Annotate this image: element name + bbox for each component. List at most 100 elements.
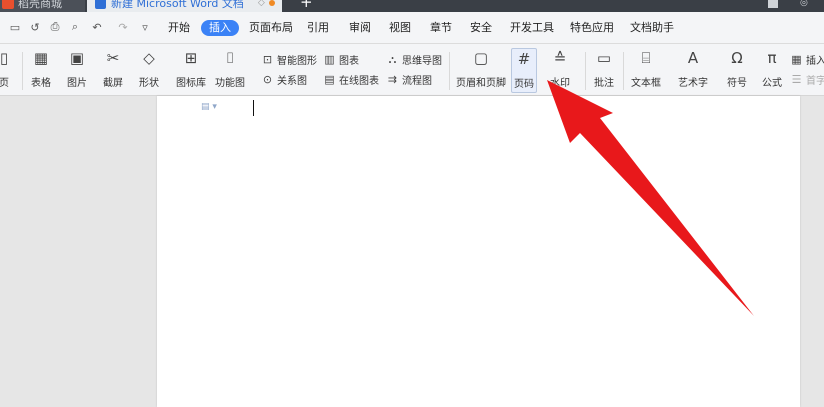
mindmap-button[interactable]: ⛬ 思维导图 [386, 52, 442, 68]
header-footer-icon: ▢ [473, 49, 489, 67]
watermark-icon: ≙ [553, 49, 567, 67]
picture-icon: ▣ [69, 49, 85, 67]
icon-library-label: 图标库 [176, 78, 206, 89]
flowchart-button[interactable]: ⇉ 流程图 [386, 72, 432, 87]
insert-more-icon: ▦ [791, 53, 802, 66]
menu-references[interactable]: 引用 [307, 20, 329, 36]
online-chart-icon: ▤ [324, 73, 335, 86]
dropcap-icon: ☰ [791, 73, 802, 86]
online-chart-button[interactable]: ▤ 在线图表 [323, 72, 379, 87]
mindmap-label: 思维导图 [402, 56, 442, 67]
smart-shape-button[interactable]: ⊡ 智能图形 [261, 52, 317, 67]
menu-review[interactable]: 审阅 [349, 20, 371, 36]
tab-docer-store[interactable]: 稻壳商城 [0, 0, 85, 12]
redo-icon[interactable]: ↷ [116, 20, 130, 34]
pin-icon[interactable]: ◇ [258, 0, 265, 8]
function-chart-label: 功能图 [215, 78, 245, 89]
smart-shape-icon: ⊡ [262, 53, 273, 66]
page-number-label: 页码 [514, 79, 534, 90]
tab-document[interactable]: 新建 Microsoft Word 文档 ◇ [87, 0, 282, 12]
icon-library-button[interactable]: ⊞ 图标库 [176, 48, 206, 89]
screenshot-icon: ✂ [106, 49, 120, 67]
ribbon-divider [22, 52, 23, 90]
print-icon[interactable]: ⎙ [48, 20, 62, 34]
paragraph-layout-icon[interactable]: ▤ ▾ [201, 102, 217, 112]
watermark-button[interactable]: ≙ 水印 [550, 48, 570, 89]
symbol-button[interactable]: Ω 符号 [727, 48, 747, 89]
wordart-icon: A [687, 49, 699, 67]
chart-button[interactable]: ▥ 图表 [323, 52, 359, 67]
tab-store-label: 稻壳商城 [18, 0, 62, 10]
comment-label: 批注 [594, 78, 614, 89]
new-tab-button[interactable]: + [300, 0, 313, 10]
shape-label: 形状 [139, 78, 159, 89]
wordart-button[interactable]: A 艺术字 [678, 48, 708, 89]
textbox-label: 文本框 [631, 78, 661, 89]
comment-button[interactable]: ▭ 批注 [594, 48, 614, 89]
tab-document-label: 新建 Microsoft Word 文档 [111, 0, 244, 10]
table-label: 表格 [31, 78, 51, 89]
undo2-icon[interactable]: ↶ [90, 20, 104, 34]
menu-page-layout[interactable]: 页面布局 [249, 20, 293, 36]
text-cursor [253, 100, 254, 116]
window-tile-icon[interactable] [768, 0, 778, 8]
menu-security[interactable]: 安全 [470, 20, 492, 36]
shape-icon: ◇ [143, 49, 155, 67]
online-chart-label: 在线图表 [339, 76, 379, 87]
formula-label: 公式 [762, 78, 782, 89]
table-button[interactable]: ▦ 表格 [31, 48, 51, 89]
title-bar: 稻壳商城 新建 Microsoft Word 文档 ◇ + ◎ [0, 0, 824, 12]
menu-doc-assistant[interactable]: 文档助手 [630, 20, 674, 36]
symbol-label: 符号 [727, 78, 747, 89]
symbol-icon: Ω [731, 49, 743, 67]
function-chart-button[interactable]: ⌷ 功能图 [215, 48, 245, 89]
header-footer-button[interactable]: ▢ 页眉和页脚 [456, 48, 506, 89]
watermark-label: 水印 [550, 78, 570, 89]
screenshot-label: 截屏 [103, 78, 123, 89]
flowchart-label: 流程图 [402, 76, 432, 87]
document-page[interactable]: ▤ ▾ [157, 96, 800, 407]
dropdown-icon[interactable]: ▿ [138, 20, 152, 34]
menu-developer[interactable]: 开发工具 [510, 20, 554, 36]
menu-start[interactable]: 开始 [168, 20, 190, 36]
undo-icon[interactable]: ↺ [28, 20, 42, 34]
relation-chart-button[interactable]: ⊙ 关系图 [261, 72, 307, 87]
menu-special-apps[interactable]: 特色应用 [570, 20, 614, 36]
formula-button[interactable]: π 公式 [762, 48, 782, 89]
menu-insert[interactable]: 插入 [201, 20, 239, 36]
chart-icon: ▥ [324, 53, 335, 66]
menu-chapter[interactable]: 章节 [430, 20, 452, 36]
smart-shape-label: 智能图形 [277, 56, 317, 67]
picture-button[interactable]: ▣ 图片 [67, 48, 87, 89]
flowchart-icon: ⇉ [387, 73, 398, 86]
header-footer-label: 页眉和页脚 [456, 78, 506, 89]
page-number-button[interactable]: # 页码 [511, 48, 537, 93]
insert-more-label: 插入 [806, 56, 824, 67]
page-number-icon: # [517, 50, 531, 68]
page-icon: ▯ [0, 49, 9, 67]
picture-label: 图片 [67, 78, 87, 89]
word-doc-icon [95, 0, 106, 9]
dropcap-label: 首字 [806, 76, 824, 87]
page-button[interactable]: ▯ 页 [0, 48, 14, 89]
relation-chart-icon: ⊙ [262, 73, 273, 86]
preview-icon[interactable]: ⌕ [68, 20, 82, 34]
save-icon[interactable]: ▭ [8, 20, 22, 34]
dropcap-button[interactable]: ☰ 首字 [790, 72, 824, 87]
comment-icon: ▭ [596, 49, 612, 67]
icon-library-icon: ⊞ [184, 49, 198, 67]
chart-label: 图表 [339, 56, 359, 67]
ribbon-divider [449, 52, 450, 90]
document-area: ▤ ▾ [0, 96, 824, 407]
page-label: 页 [0, 78, 9, 89]
menu-view[interactable]: 视图 [389, 20, 411, 36]
user-icon[interactable]: ◎ [800, 0, 808, 8]
textbox-button[interactable]: ⌸ 文本框 [631, 48, 661, 89]
textbox-icon: ⌸ [641, 49, 651, 67]
relation-chart-label: 关系图 [277, 76, 307, 87]
screenshot-button[interactable]: ✂ 截屏 [103, 48, 123, 89]
shape-button[interactable]: ◇ 形状 [139, 48, 159, 89]
ribbon-divider [623, 52, 624, 90]
insert-more-button[interactable]: ▦ 插入 [790, 52, 824, 67]
docer-logo-icon [2, 0, 14, 9]
